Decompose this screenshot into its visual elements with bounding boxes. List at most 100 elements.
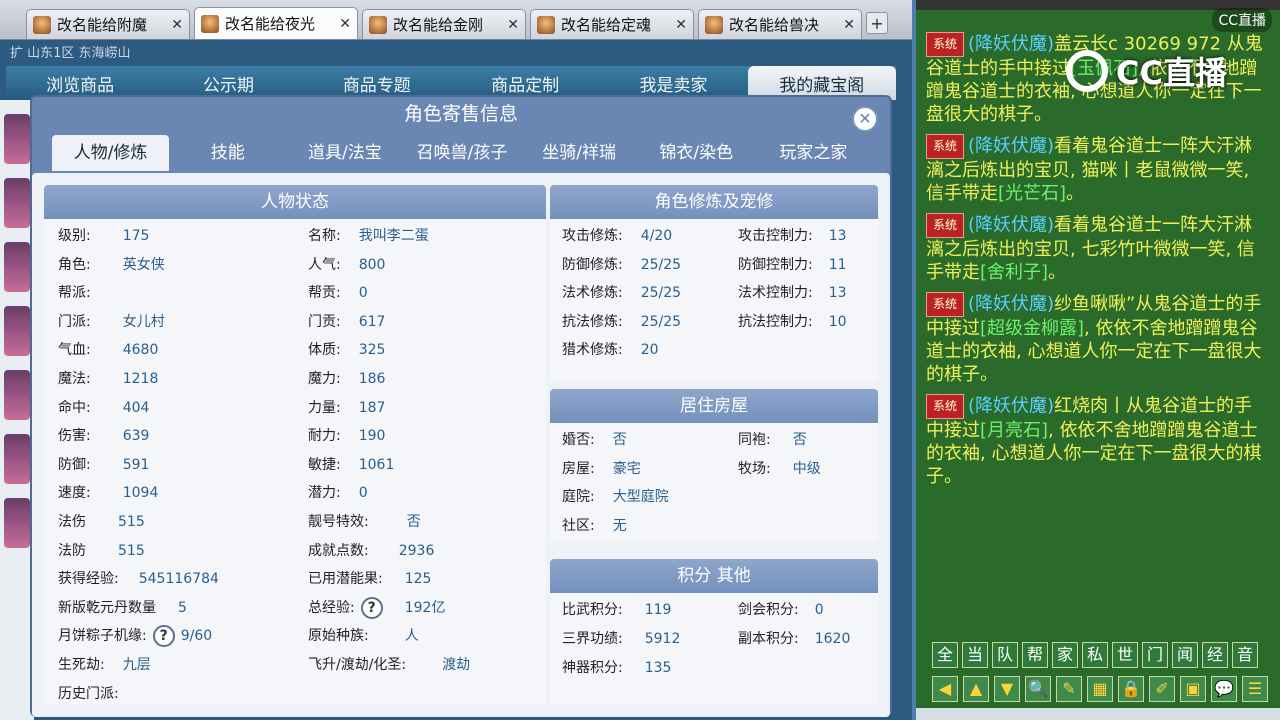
stat-value: 800 xyxy=(358,256,386,273)
subtab-character[interactable]: 人物/修炼 xyxy=(52,135,170,171)
channel-button[interactable]: 私 xyxy=(1082,642,1108,668)
stat-value: 0 xyxy=(358,485,368,502)
channel-button[interactable]: 队 xyxy=(992,642,1018,668)
close-icon[interactable]: ✕ xyxy=(675,17,687,33)
stat-label: 体质: xyxy=(308,342,341,359)
item-link[interactable]: [光芒石] xyxy=(998,183,1066,204)
stat-label: 剑会积分: xyxy=(738,602,799,618)
chat-tool-icon[interactable]: ▣ xyxy=(1180,676,1206,702)
chat-input-bar[interactable] xyxy=(916,708,1280,720)
chat-tool-icon[interactable]: ▲ xyxy=(963,676,989,702)
avatar[interactable] xyxy=(4,306,30,356)
stat-label: 防御控制力: xyxy=(738,256,813,273)
close-icon[interactable]: ✕ xyxy=(852,106,878,132)
channel-button[interactable]: 家 xyxy=(1052,642,1078,668)
channel-button[interactable]: 世 xyxy=(1112,642,1138,668)
tab-3[interactable]: 改名能给定魂 ✕ xyxy=(530,9,694,39)
subtab-outfits[interactable]: 锦衣/染色 xyxy=(638,135,755,171)
stat-row: 法术控制力: 13 xyxy=(738,282,847,302)
stat-row: 帮贡: 0 xyxy=(308,282,368,302)
stat-row: 门派: 女儿村 xyxy=(58,311,165,331)
channel-button[interactable]: 帮 xyxy=(1022,642,1048,668)
stat-row: 抗法控制力: 10 xyxy=(738,311,847,331)
chat-message: 系统 (降妖伏魔)红烧肉丨从鬼谷道士的手中接过[月亮石], 依依不舍地蹭蹭鬼谷道士… xyxy=(926,394,1270,488)
chat-tool-icon[interactable]: ▦ xyxy=(1087,676,1113,702)
chat-tool-icon[interactable]: ✐ xyxy=(1149,676,1175,702)
close-icon[interactable]: ✕ xyxy=(843,17,855,33)
stat-row: 庭院: 大型庭院 xyxy=(562,486,669,506)
channel-button[interactable]: 经 xyxy=(1202,642,1228,668)
stat-value: 5912 xyxy=(644,631,681,647)
location-text: 扩 山东1区 东海崂山 xyxy=(10,46,131,61)
avatar[interactable] xyxy=(4,434,30,484)
stat-value: 1094 xyxy=(122,485,159,502)
stat-row: 牧场: 中级 xyxy=(738,458,821,478)
game-favicon-icon xyxy=(33,15,51,34)
close-icon[interactable]: ✕ xyxy=(171,17,183,33)
stat-row: 猎术修炼: 20 xyxy=(562,339,659,359)
chat-tool-icon[interactable]: 🔍 xyxy=(1025,676,1051,702)
character-list xyxy=(0,100,34,720)
stat-row: 体质: 325 xyxy=(308,339,385,359)
chat-tool-icon[interactable]: ◀ xyxy=(932,676,958,702)
house-title: 居住房屋 xyxy=(550,389,878,423)
subtab-items[interactable]: 道具/法宝 xyxy=(286,135,403,171)
stat-row: 已用潜能果: 125 xyxy=(308,568,431,588)
stat-row: 气血: 4680 xyxy=(58,339,158,359)
stat-row: 攻击控制力: 13 xyxy=(738,225,847,245)
tab-0[interactable]: 改名能给附魔 ✕ xyxy=(26,9,190,39)
item-link[interactable]: [舍利子] xyxy=(980,262,1048,283)
subtab-home[interactable]: 玩家之家 xyxy=(755,135,872,171)
item-link[interactable]: [超级金柳露] xyxy=(980,318,1084,339)
system-badge: 系统 xyxy=(926,213,965,238)
stat-row: 法防 515 xyxy=(58,540,145,560)
stat-value: 192亿 xyxy=(404,599,446,616)
new-tab-button[interactable]: + xyxy=(866,12,888,34)
tab-label: 改名能给金刚 xyxy=(393,16,484,34)
stat-value: 25/25 xyxy=(640,285,682,302)
stat-row: 耐力: 190 xyxy=(308,425,385,445)
stat-value: 1218 xyxy=(122,371,159,387)
channel-button[interactable]: 全 xyxy=(932,642,958,668)
stat-value: 20 xyxy=(640,342,659,359)
subtab-pets[interactable]: 召唤兽/孩子 xyxy=(403,135,520,171)
stat-row: 名称: 我叫李二蛋 xyxy=(308,225,429,245)
stat-label: 力量: xyxy=(308,399,341,416)
cc-logo-text: CC直播 xyxy=(1116,54,1227,92)
channel-button[interactable]: 闻 xyxy=(1172,642,1198,668)
avatar[interactable] xyxy=(4,498,30,548)
channel-button[interactable]: 当 xyxy=(962,642,988,668)
tab-2[interactable]: 改名能给金刚 ✕ xyxy=(362,9,526,39)
avatar[interactable] xyxy=(4,178,30,228)
channel-button[interactable]: 门 xyxy=(1142,642,1168,668)
subtab-skills[interactable]: 技能 xyxy=(169,135,286,171)
tab-4[interactable]: 改名能给兽决 ✕ xyxy=(698,9,862,39)
chat-message: 系统 (降妖伏魔)看着鬼谷道士一阵大汗淋漓之后炼出的宝贝, 猫咪丨老鼠微微一笑, … xyxy=(926,134,1270,205)
help-icon[interactable]: ? xyxy=(360,596,383,619)
item-link[interactable]: [月亮石] xyxy=(980,420,1048,441)
stat-label: 牧场: xyxy=(738,460,771,477)
avatar[interactable] xyxy=(4,242,30,292)
stat-row: 历史门派: xyxy=(58,683,137,703)
stat-row: 获得经验: 545116784 xyxy=(58,568,219,588)
channel-button[interactable]: 音 xyxy=(1232,642,1258,668)
close-icon[interactable]: ✕ xyxy=(507,17,519,33)
stat-value: 中级 xyxy=(792,460,821,477)
chat-tool-icon[interactable]: ☰ xyxy=(1242,676,1268,702)
message-channel: (降妖伏魔) xyxy=(968,293,1055,315)
cultivation-title: 角色修炼及宠修 xyxy=(550,185,878,219)
chat-tool-icon[interactable]: 🔒 xyxy=(1118,676,1144,702)
message-tail: 。 xyxy=(1048,262,1067,283)
close-icon[interactable]: ✕ xyxy=(339,16,351,32)
chat-tool-icon[interactable]: 💬 xyxy=(1211,676,1237,702)
stat-label: 魔力: xyxy=(308,371,341,387)
subtab-mounts[interactable]: 坐骑/祥瑞 xyxy=(521,135,638,171)
stat-value: 0 xyxy=(358,285,368,302)
avatar[interactable] xyxy=(4,114,30,164)
chat-tool-icon[interactable]: ▼ xyxy=(994,676,1020,702)
help-icon[interactable]: ? xyxy=(152,625,175,648)
tab-1[interactable]: 改名能给夜光 ✕ xyxy=(194,7,358,39)
stat-value: 325 xyxy=(358,342,386,359)
avatar[interactable] xyxy=(4,370,30,420)
chat-tool-icon[interactable]: ✎ xyxy=(1056,676,1082,702)
